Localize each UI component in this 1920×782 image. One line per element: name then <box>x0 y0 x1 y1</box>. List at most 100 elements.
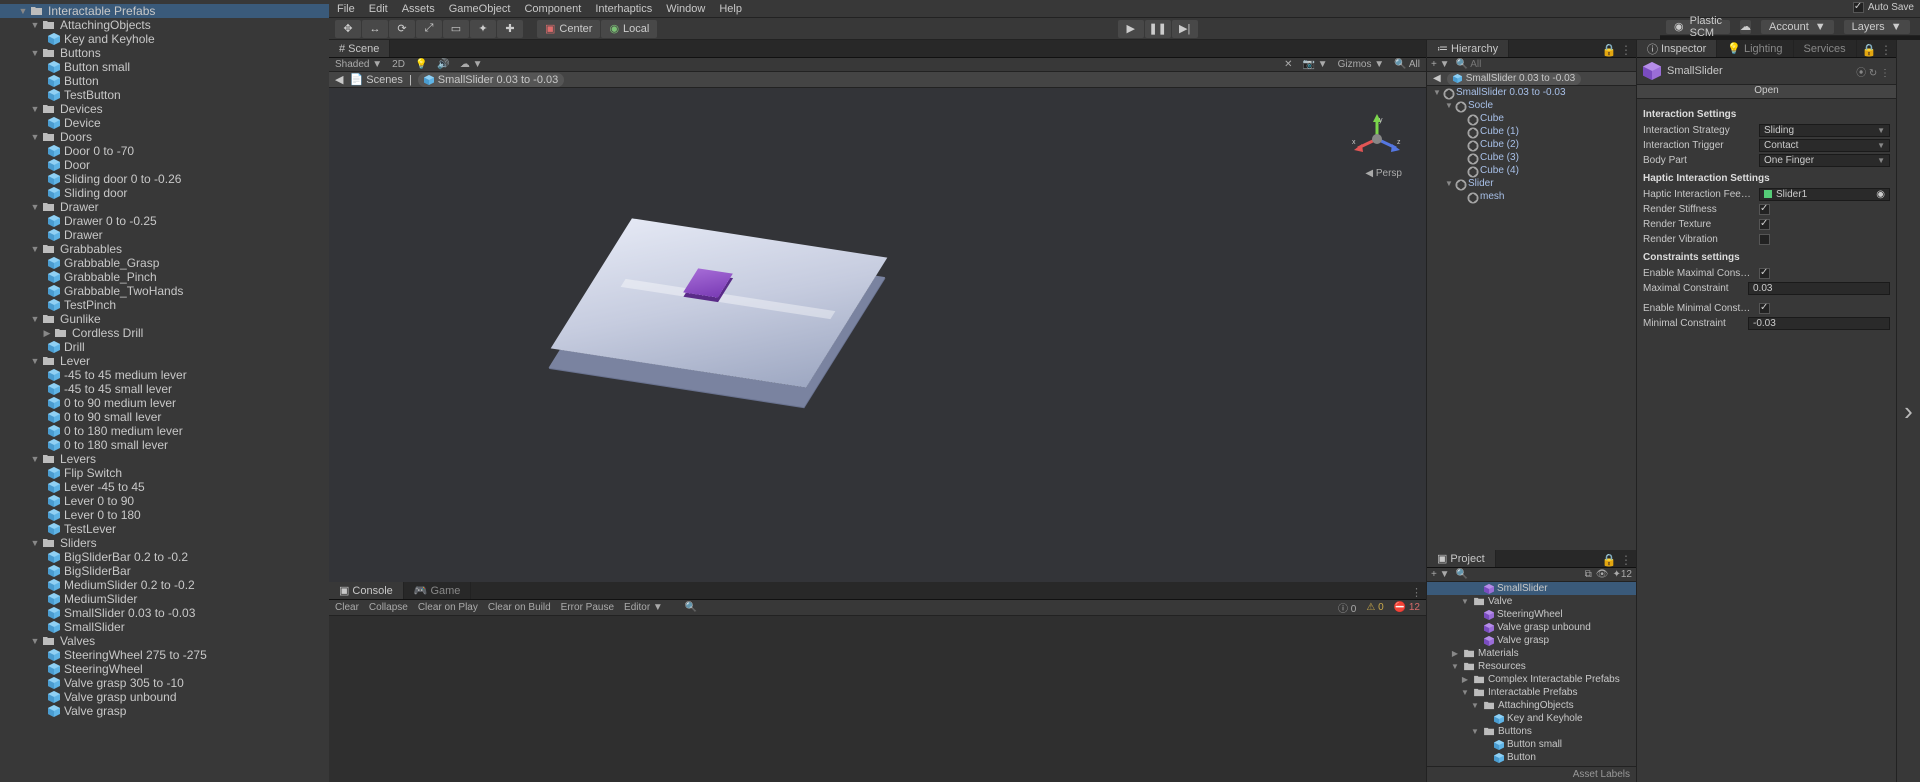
sidebar-item[interactable]: -45 to 45 medium lever <box>0 368 329 382</box>
hierarchy-item[interactable]: mesh <box>1427 190 1636 203</box>
sidebar-item[interactable]: Grabbable_Pinch <box>0 270 329 284</box>
sidebar-item[interactable]: MediumSlider <box>0 592 329 606</box>
texture-checkbox[interactable] <box>1759 219 1770 230</box>
project-item[interactable]: Valve grasp <box>1427 634 1636 647</box>
menu-window[interactable]: Window <box>666 3 705 15</box>
sidebar-item[interactable]: BigSliderBar <box>0 564 329 578</box>
sidebar-item[interactable]: Grabbable_TwoHands <box>0 284 329 298</box>
scm-dropdown[interactable]: ◉ Plastic SCM <box>1666 20 1730 34</box>
inspector-open-button[interactable]: Open <box>1637 85 1896 99</box>
min-on-checkbox[interactable] <box>1759 303 1770 314</box>
scene-cam-toggle[interactable]: 📷 ▼ <box>1302 59 1327 70</box>
sidebar-item[interactable]: SmallSlider 0.03 to -0.03 <box>0 606 329 620</box>
projection-label[interactable]: ◀ Persp <box>1365 168 1402 179</box>
multi-tool-button[interactable]: ✦ <box>470 20 496 38</box>
sidebar-item[interactable]: Button <box>0 74 329 88</box>
console-error-pause-button[interactable]: Error Pause <box>561 602 614 613</box>
sidebar-item[interactable]: 0 to 90 medium lever <box>0 396 329 410</box>
menu-file[interactable]: File <box>337 3 355 15</box>
sidebar-item[interactable]: Device <box>0 116 329 130</box>
sidebar-item[interactable]: Key and Keyhole <box>0 32 329 46</box>
tab-scene[interactable]: # Scene <box>329 40 390 57</box>
hierarchy-item[interactable]: Cube (3) <box>1427 151 1636 164</box>
tab-game[interactable]: 🎮 Game <box>404 582 472 599</box>
project-item[interactable]: ▼Interactable Prefabs <box>1427 686 1636 699</box>
project-item[interactable]: Button <box>1427 751 1636 764</box>
sidebar-group[interactable]: ▼Valves <box>0 634 329 648</box>
hierarchy-lock-icon[interactable]: 🔒 ⋮ <box>1598 43 1636 57</box>
tab-services[interactable]: Services <box>1794 40 1857 57</box>
project-item[interactable]: Valve grasp unbound <box>1427 621 1636 634</box>
tab-lighting[interactable]: 💡 Lighting <box>1717 40 1793 57</box>
tab-console[interactable]: ▣ Console <box>329 582 404 599</box>
sidebar-group[interactable]: ▼AttachingObjects <box>0 18 329 32</box>
sidebar-group[interactable]: ▼Doors <box>0 130 329 144</box>
sidebar-item[interactable]: 0 to 180 medium lever <box>0 424 329 438</box>
sidebar-item[interactable]: BigSliderBar 0.2 to -0.2 <box>0 550 329 564</box>
inspector-lock-icon[interactable]: 🔒 ⋮ <box>1858 43 1896 57</box>
project-item[interactable]: ▼AttachingObjects <box>1427 699 1636 712</box>
menu-edit[interactable]: Edit <box>369 3 388 15</box>
sidebar-item[interactable]: 0 to 180 small lever <box>0 438 329 452</box>
play-button[interactable]: ▶ <box>1118 20 1144 38</box>
panel-menu-icon[interactable]: ⋮ <box>1407 586 1426 599</box>
console-info-count[interactable]: ⓘ 0 <box>1338 600 1356 615</box>
console-search[interactable]: 🔍 <box>685 602 697 613</box>
sidebar-item[interactable]: Valve grasp 305 to -10 <box>0 676 329 690</box>
sidebar-item[interactable]: Lever 0 to 90 <box>0 494 329 508</box>
cloud-button[interactable]: ☁ <box>1740 20 1751 34</box>
inspector-help-icon[interactable]: ⦿ ↻ ⋮ <box>1856 64 1890 79</box>
sidebar-group[interactable]: ▼Buttons <box>0 46 329 60</box>
sidebar-item[interactable]: TestPinch <box>0 298 329 312</box>
project-item[interactable]: Button small <box>1427 738 1636 751</box>
sidebar-item[interactable]: Button small <box>0 60 329 74</box>
min-input[interactable] <box>1748 317 1890 330</box>
menu-interhaptics[interactable]: Interhaptics <box>595 3 652 15</box>
sidebar-item[interactable]: Valve grasp <box>0 704 329 718</box>
strategy-dropdown[interactable]: Sliding▼ <box>1759 124 1890 137</box>
sidebar-item[interactable]: 0 to 90 small lever <box>0 410 329 424</box>
hierarchy-create-dropdown[interactable]: + ▼ <box>1431 59 1450 70</box>
project-create-dropdown[interactable]: + ▼ <box>1431 569 1450 580</box>
sidebar-item[interactable]: TestLever <box>0 522 329 536</box>
console-body[interactable] <box>329 616 1426 782</box>
hierarchy-prefab-chip[interactable]: SmallSlider 0.03 to -0.03 <box>1447 73 1582 85</box>
scene-audio-toggle[interactable]: 🔊 <box>437 59 449 70</box>
sidebar-item[interactable]: -45 to 45 small lever <box>0 382 329 396</box>
step-button[interactable]: ▶| <box>1172 20 1198 38</box>
trigger-dropdown[interactable]: Contact▼ <box>1759 139 1890 152</box>
scene-view[interactable]: x y z ◀ Persp <box>329 88 1426 582</box>
sidebar-item[interactable]: Drawer <box>0 228 329 242</box>
hierarchy-item[interactable]: Cube (1) <box>1427 125 1636 138</box>
sidebar-item[interactable]: Drawer 0 to -0.25 <box>0 214 329 228</box>
hierarchy-back-icon[interactable]: ◀ <box>1433 73 1441 84</box>
sidebar-item[interactable]: Valve grasp unbound <box>0 690 329 704</box>
menu-help[interactable]: Help <box>719 3 742 15</box>
project-search[interactable]: 🔍 <box>1456 569 1468 580</box>
tab-inspector[interactable]: ⓘ Inspector <box>1637 40 1717 57</box>
menu-assets[interactable]: Assets <box>402 3 435 15</box>
sidebar-item[interactable]: Sliding door 0 to -0.26 <box>0 172 329 186</box>
hierarchy-item[interactable]: ▼Socle <box>1427 99 1636 112</box>
project-item[interactable]: ▶Materials <box>1427 647 1636 660</box>
sidebar-item[interactable]: Grabbable_Grasp <box>0 256 329 270</box>
console-clear-play-button[interactable]: Clear on Play <box>418 602 478 613</box>
body-dropdown[interactable]: One Finger▼ <box>1759 154 1890 167</box>
project-lock-icon[interactable]: 🔒 ⋮ <box>1598 553 1636 567</box>
move-tool-button[interactable]: ↔ <box>362 20 388 38</box>
breadcrumb-prefab[interactable]: SmallSlider 0.03 to -0.03 <box>418 73 564 87</box>
sidebar-item[interactable]: Sliding door <box>0 186 329 200</box>
mode-2d-toggle[interactable]: 2D <box>392 59 405 70</box>
pivot-toggle[interactable]: ▣Center <box>537 20 600 38</box>
stiffness-checkbox[interactable] <box>1759 204 1770 215</box>
hierarchy-search[interactable]: 🔍 All <box>1456 59 1482 70</box>
asset-labels-bar[interactable]: Asset Labels <box>1427 766 1636 782</box>
rect-tool-button[interactable]: ▭ <box>443 20 469 38</box>
sidebar-group[interactable]: ▼Grabbables <box>0 242 329 256</box>
hierarchy-item[interactable]: ▼SmallSlider 0.03 to -0.03 <box>1427 86 1636 99</box>
breadcrumb-back-icon[interactable]: ◀ <box>335 73 343 86</box>
tab-hierarchy[interactable]: ≔ Hierarchy <box>1427 40 1509 57</box>
scene-fx-toggle[interactable]: ☁ ▼ <box>460 59 483 70</box>
prefab-browser-sidebar[interactable]: ▼ Interactable Prefabs ▼AttachingObjects… <box>0 0 329 782</box>
next-arrow-icon[interactable]: › <box>1904 396 1913 427</box>
